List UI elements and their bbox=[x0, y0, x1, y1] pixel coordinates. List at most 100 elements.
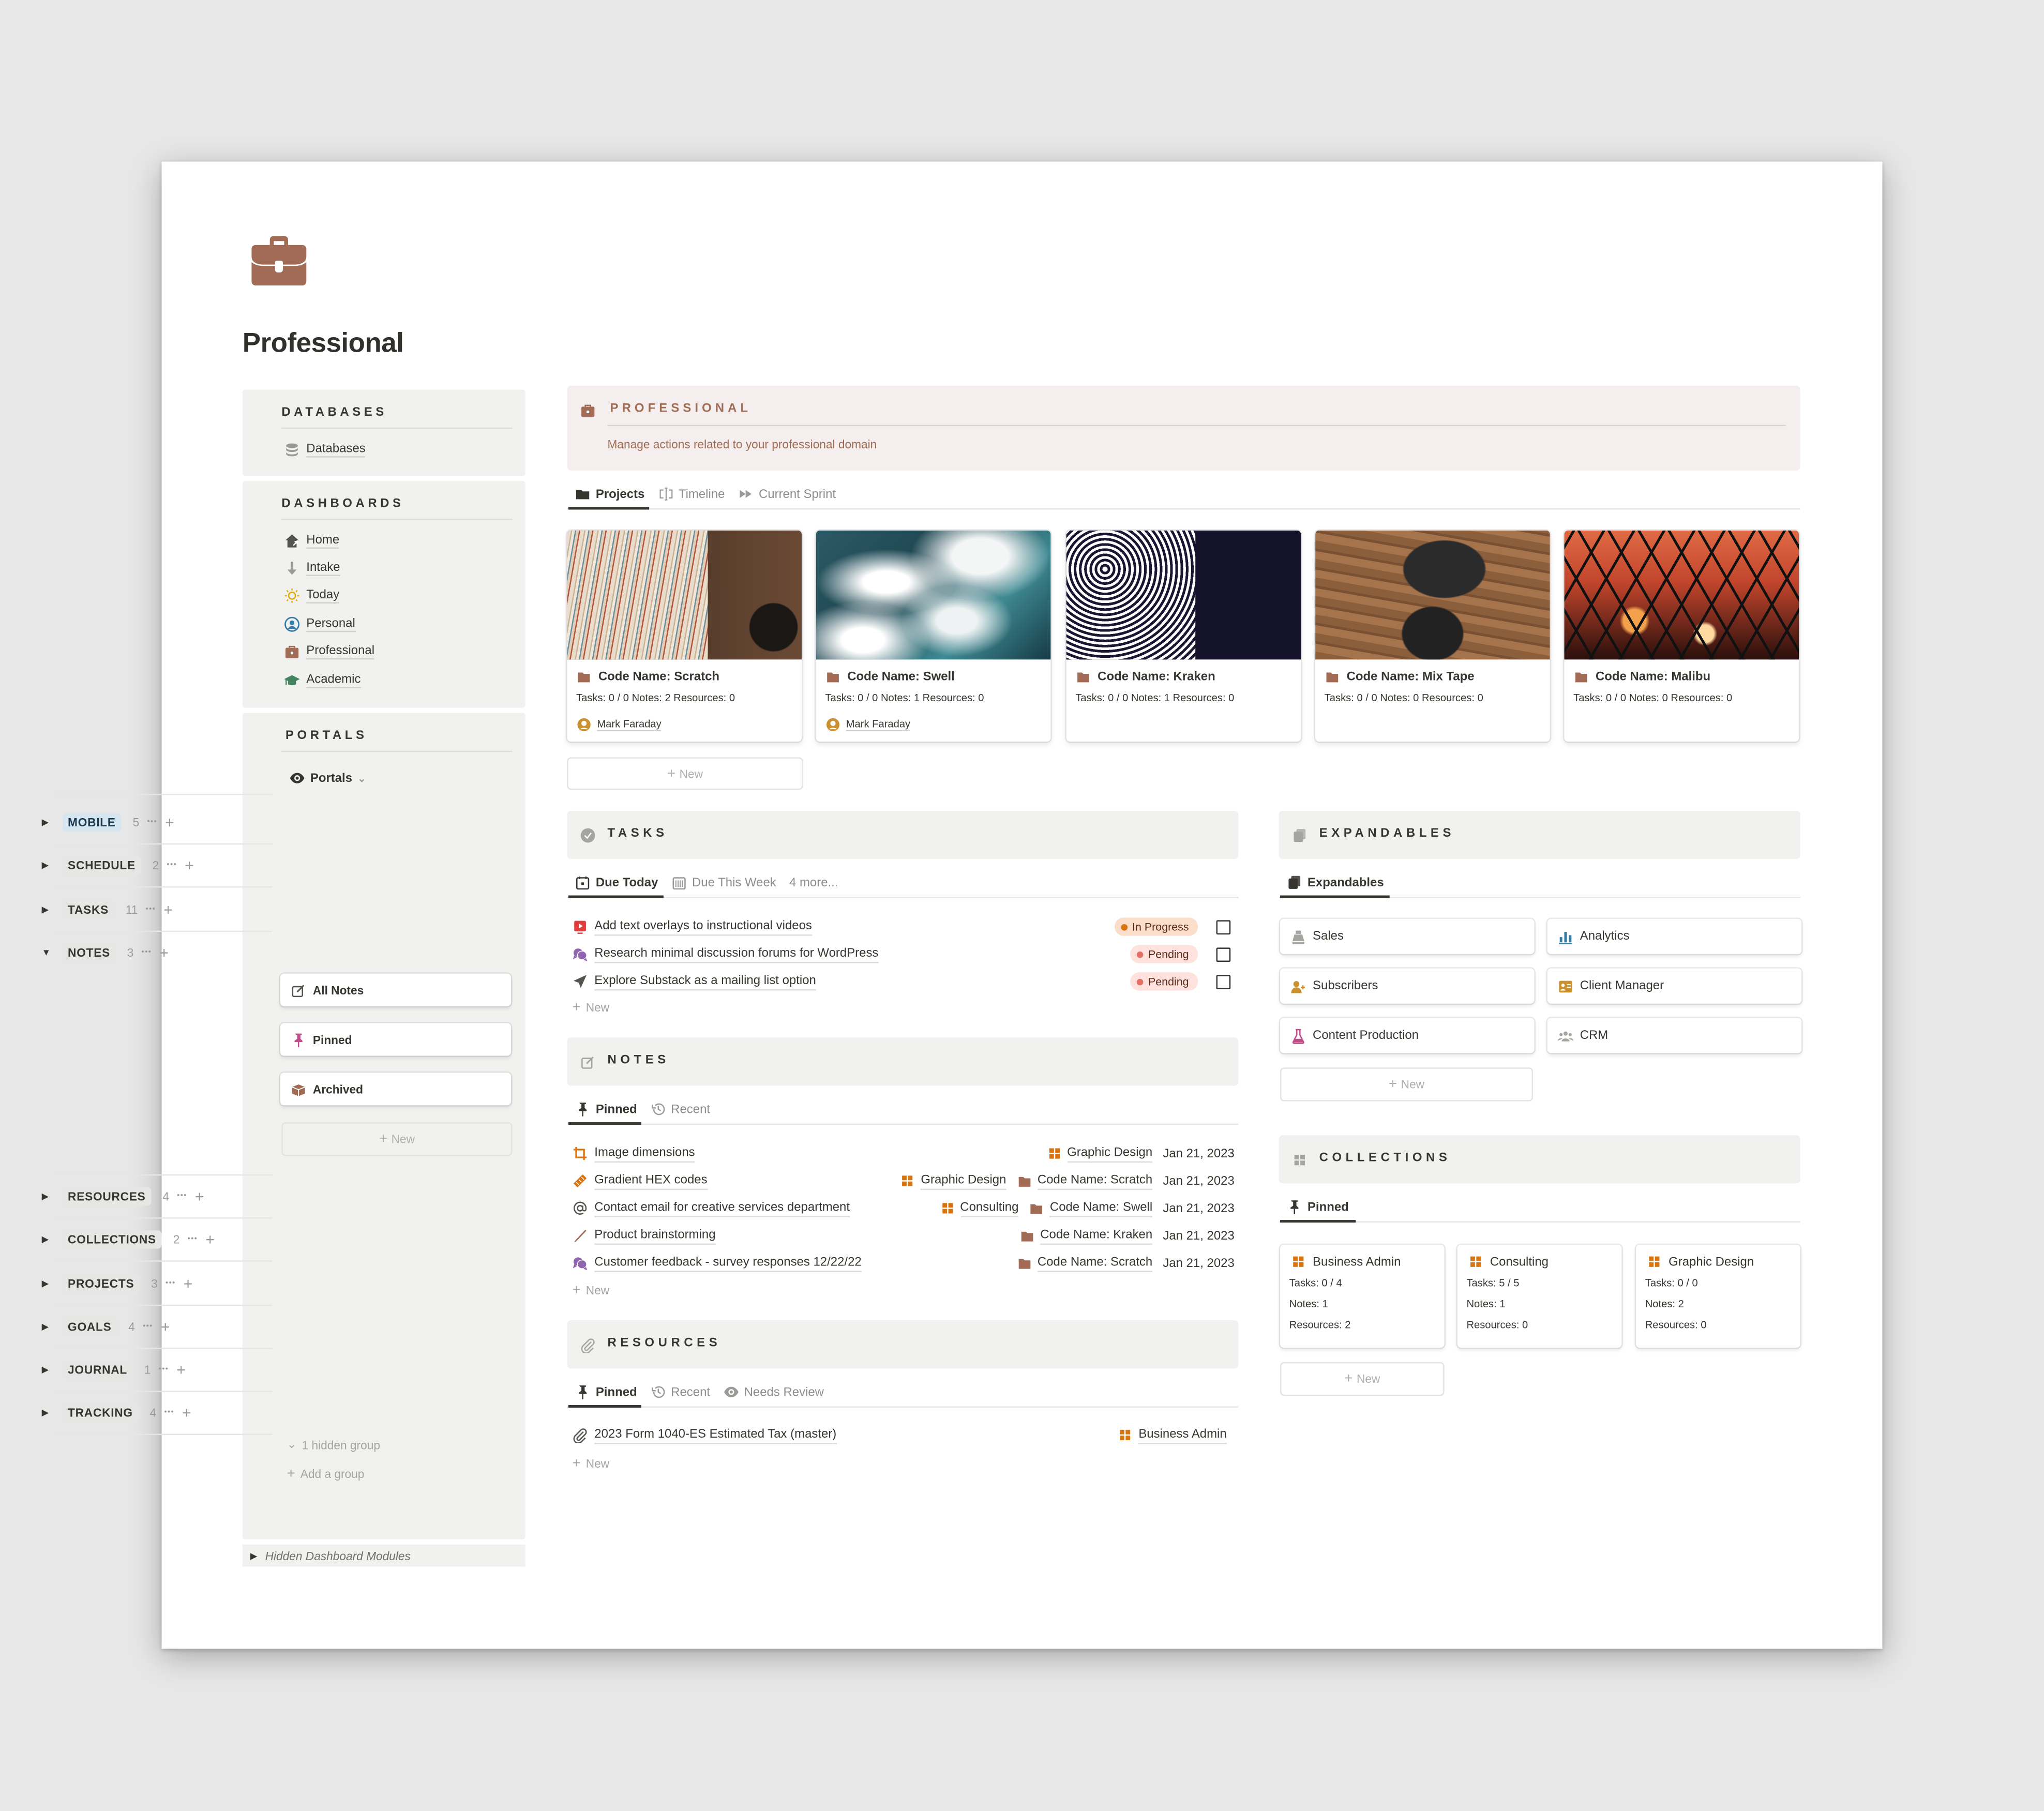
triangle-right-icon[interactable]: ▶ bbox=[42, 1234, 55, 1245]
more-options-icon[interactable]: ••• bbox=[188, 1235, 198, 1243]
note-row[interactable]: Gradient HEX codes bbox=[572, 1170, 708, 1191]
add-icon[interactable]: + bbox=[195, 1187, 204, 1205]
portal-group-schedule[interactable]: ▶ SCHEDULE 2 ••• + bbox=[42, 852, 194, 878]
collection-card[interactable]: Consulting Tasks: 5 / 5 Notes: 1 Resources:… bbox=[1457, 1244, 1622, 1348]
more-options-icon[interactable]: ••• bbox=[142, 949, 152, 957]
new-collection-button[interactable]: + New bbox=[1280, 1362, 1445, 1396]
triangle-right-icon[interactable]: ▶ bbox=[42, 817, 55, 828]
project-card[interactable]: Code Name: Scratch Tasks: 0 / 0 Notes: 2 … bbox=[567, 530, 802, 742]
status-badge[interactable]: Pending bbox=[1130, 945, 1198, 963]
tab-needs-review[interactable]: Needs Review bbox=[723, 1380, 824, 1403]
sidebar-item-home[interactable]: Home bbox=[284, 533, 340, 549]
add-icon[interactable]: + bbox=[163, 901, 173, 919]
sidebar-item-today[interactable]: Today bbox=[284, 588, 340, 603]
new-project-button[interactable]: + New bbox=[567, 757, 803, 790]
project-card[interactable]: Code Name: Mix Tape Tasks: 0 / 0 Notes: 0… bbox=[1315, 530, 1550, 742]
note-collection[interactable]: Consulting bbox=[939, 1200, 1019, 1217]
new-resource-button[interactable]: + New bbox=[572, 1456, 609, 1471]
tab-current-sprint[interactable]: Current Sprint bbox=[738, 482, 836, 506]
tab-projects[interactable]: Projects bbox=[575, 482, 644, 506]
add-icon[interactable]: + bbox=[185, 856, 194, 874]
portal-group-tasks[interactable]: ▶ TASKS 11 ••• + bbox=[42, 897, 173, 923]
triangle-right-icon[interactable]: ▶ bbox=[42, 1279, 55, 1289]
project-card[interactable]: Code Name: Swell Tasks: 0 / 0 Notes: 1 Re… bbox=[816, 530, 1051, 742]
resource-row[interactable]: 2023 Form 1040-ES Estimated Tax (master) bbox=[572, 1425, 837, 1445]
new-note-portal-button[interactable]: + New bbox=[281, 1122, 513, 1156]
more-options-icon[interactable]: ••• bbox=[145, 906, 156, 914]
portal-group-notes[interactable]: ▼ NOTES 3 ••• + bbox=[42, 940, 169, 965]
portal-group-goals[interactable]: ▶ GOALS 4 ••• + bbox=[42, 1314, 170, 1340]
tab-expandables[interactable]: Expandables bbox=[1287, 871, 1384, 894]
expandable-content-production[interactable]: Content Production bbox=[1280, 1018, 1535, 1053]
triangle-down-icon[interactable]: ▼ bbox=[42, 948, 55, 958]
resource-collection[interactable]: Business Admin bbox=[1118, 1425, 1227, 1445]
more-options-icon[interactable]: ••• bbox=[159, 1366, 169, 1374]
note-row[interactable]: Contact email for creative services depa… bbox=[572, 1198, 850, 1218]
task-checkbox[interactable] bbox=[1216, 919, 1231, 934]
new-note-button[interactable]: + New bbox=[572, 1282, 609, 1298]
triangle-right-icon[interactable]: ▶ bbox=[42, 1408, 55, 1418]
add-group-button[interactable]: + Add a group bbox=[287, 1466, 364, 1482]
portal-group-collections[interactable]: ▶ COLLECTIONS 2 ••• + bbox=[42, 1227, 215, 1252]
add-icon[interactable]: + bbox=[165, 813, 174, 832]
triangle-right-icon[interactable]: ▶ bbox=[42, 1365, 55, 1375]
project-card[interactable]: Code Name: Malibu Tasks: 0 / 0 Notes: 0 R… bbox=[1564, 530, 1799, 742]
more-options-icon[interactable]: ••• bbox=[143, 1323, 153, 1331]
portal-card-all-notes[interactable]: All Notes bbox=[280, 973, 511, 1006]
sidebar-item-intake[interactable]: Intake bbox=[284, 561, 340, 577]
portal-card-pinned[interactable]: Pinned bbox=[280, 1023, 511, 1056]
portal-group-projects[interactable]: ▶ PROJECTS 3 ••• + bbox=[42, 1271, 193, 1296]
expandable-subscribers[interactable]: Subscribers bbox=[1280, 968, 1535, 1004]
task-row[interactable]: Explore Substack as a mailing list optio… bbox=[572, 971, 816, 992]
more-options-icon[interactable]: ••• bbox=[167, 862, 177, 869]
sidebar-item-academic[interactable]: Academic bbox=[284, 673, 361, 688]
add-icon[interactable]: + bbox=[161, 1318, 170, 1336]
tab-timeline[interactable]: Timeline bbox=[658, 482, 725, 506]
new-expandable-button[interactable]: + New bbox=[1280, 1067, 1533, 1101]
expandable-client-manager[interactable]: Client Manager bbox=[1547, 968, 1802, 1004]
portal-group-mobile[interactable]: ▶ MOBILE 5 ••• + bbox=[42, 809, 174, 835]
note-row[interactable]: Product brainstorming bbox=[572, 1225, 716, 1246]
triangle-right-icon[interactable]: ▶ bbox=[42, 1191, 55, 1202]
portal-group-tracking[interactable]: ▶ TRACKING 4 ••• + bbox=[42, 1400, 191, 1426]
task-row[interactable]: Research minimal discussion forums for W… bbox=[572, 944, 879, 964]
portal-group-resources[interactable]: ▶ RESOURCES 4 ••• + bbox=[42, 1184, 204, 1210]
sidebar-item-personal[interactable]: Personal bbox=[284, 616, 355, 632]
note-row[interactable]: Customer feedback - survey responses 12/… bbox=[572, 1252, 862, 1273]
project-card[interactable]: Code Name: Kraken Tasks: 0 / 0 Notes: 1 R… bbox=[1066, 530, 1301, 742]
tab-pinned[interactable]: Pinned bbox=[1287, 1195, 1349, 1218]
add-icon[interactable]: + bbox=[182, 1403, 191, 1422]
sidebar-item-databases[interactable]: Databases bbox=[284, 442, 366, 458]
tab-pinned[interactable]: Pinned bbox=[575, 1097, 637, 1121]
tab-more[interactable]: 4 more... bbox=[789, 871, 838, 894]
project-owner[interactable]: Mark Faraday bbox=[576, 717, 662, 732]
portal-group-journal[interactable]: ▶ JOURNAL 1 ••• + bbox=[42, 1357, 186, 1383]
note-collection[interactable]: Graphic Design bbox=[900, 1172, 1006, 1189]
note-project[interactable]: Code Name: Swell bbox=[1029, 1200, 1153, 1217]
new-task-button[interactable]: + New bbox=[572, 1000, 609, 1015]
add-icon[interactable]: + bbox=[184, 1275, 193, 1293]
task-checkbox[interactable] bbox=[1216, 947, 1231, 961]
task-row[interactable]: Add text overlays to instructional video… bbox=[572, 916, 812, 937]
portals-view-selector[interactable]: Portals ⌄ bbox=[290, 771, 366, 786]
tab-due-today[interactable]: Due Today bbox=[575, 871, 658, 894]
more-options-icon[interactable]: ••• bbox=[164, 1409, 174, 1417]
tab-recent[interactable]: Recent bbox=[650, 1097, 710, 1121]
tab-pinned[interactable]: Pinned bbox=[575, 1380, 637, 1403]
tab-due-this-week[interactable]: Due This Week bbox=[671, 871, 776, 894]
note-collection[interactable]: Graphic Design bbox=[1046, 1145, 1153, 1162]
add-icon[interactable]: + bbox=[205, 1230, 215, 1248]
briefcase-icon[interactable] bbox=[250, 232, 308, 287]
more-options-icon[interactable]: ••• bbox=[166, 1280, 176, 1288]
triangle-right-icon[interactable]: ▶ bbox=[42, 904, 55, 915]
expandable-analytics[interactable]: Analytics bbox=[1547, 918, 1802, 954]
collection-card[interactable]: Business Admin Tasks: 0 / 4 Notes: 1 Resour… bbox=[1280, 1244, 1445, 1348]
note-project[interactable]: Code Name: Scratch bbox=[1017, 1172, 1153, 1189]
status-badge[interactable]: In Progress bbox=[1114, 917, 1198, 936]
add-icon[interactable]: + bbox=[159, 944, 169, 962]
more-options-icon[interactable]: ••• bbox=[147, 819, 157, 826]
add-icon[interactable]: + bbox=[176, 1361, 186, 1379]
status-badge[interactable]: Pending bbox=[1130, 972, 1198, 991]
note-row[interactable]: Image dimensions bbox=[572, 1143, 695, 1164]
portal-card-archived[interactable]: Archived bbox=[280, 1073, 511, 1106]
